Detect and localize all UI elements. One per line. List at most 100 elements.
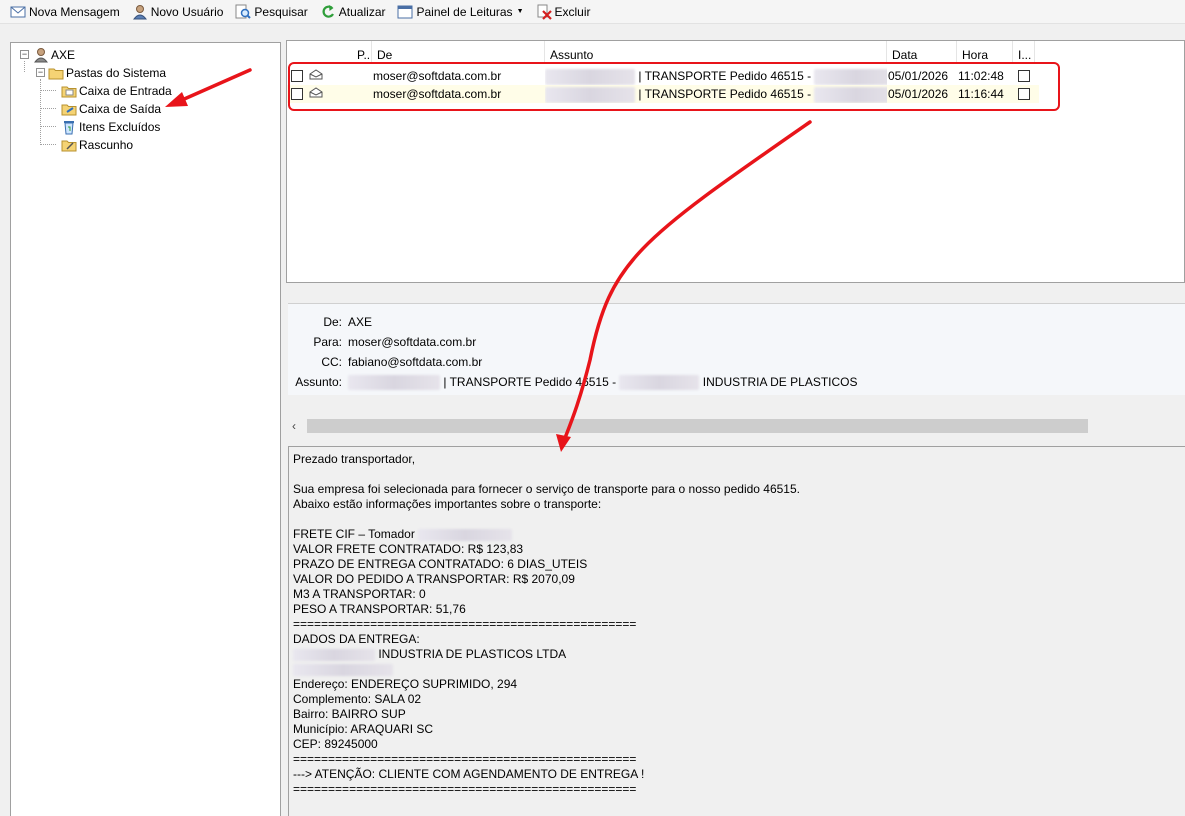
column-header-subject[interactable]: Assunto [545, 41, 887, 63]
column-subject-label: Assunto [550, 48, 594, 62]
body-line: VALOR FRETE CONTRATADO: R$ 123,83 [293, 542, 524, 556]
collapse-icon[interactable]: − [20, 50, 29, 59]
body-line-tomador: FRETE CIF – Tomador [293, 527, 1185, 542]
outbox-folder-icon [61, 101, 77, 117]
collapse-icon[interactable]: − [36, 68, 45, 77]
body-line [293, 512, 1185, 527]
row-date: 05/01/2026 [888, 87, 949, 101]
chevron-down-icon: ▼ [516, 8, 524, 15]
reading-panel-dropdown[interactable]: Painel de Leituras ▼ [395, 2, 525, 22]
body-line: Bairro: BAIRRO SUP [293, 707, 406, 721]
row-read-checkbox[interactable] [1018, 70, 1030, 82]
column-header-read[interactable]: I... [1013, 41, 1035, 63]
tree-item-outbox[interactable]: Caixa de Saída [61, 100, 164, 117]
column-header-time[interactable]: Hora [957, 41, 1013, 63]
column-read-label: I... [1018, 48, 1032, 62]
envelope-open-icon [309, 69, 323, 80]
subject-value: | TRANSPORTE Pedido 46515 - INDUSTRIA DE… [348, 373, 858, 391]
tree-root-label: AXE [51, 47, 76, 62]
table-row[interactable]: moser@softdata.com.br | TRANSPORTE Pedid… [287, 85, 1039, 103]
refresh-icon [320, 4, 336, 20]
table-row[interactable]: moser@softdata.com.br | TRANSPORTE Pedid… [287, 67, 1039, 85]
refresh-label: Atualizar [338, 4, 386, 19]
body-line: ---> ATENÇÃO: CLIENTE COM AGENDAMENTO DE… [293, 767, 645, 781]
body-line: VALOR DO PEDIDO A TRANSPORTAR: R$ 2070,0… [293, 572, 575, 586]
row-subject-text: | TRANSPORTE Pedido 46515 - [638, 69, 812, 83]
message-list: P.. De Assunto Data Hora I... moser@soft… [286, 40, 1185, 283]
new-user-label: Novo Usuário [150, 4, 224, 19]
new-message-button[interactable]: Nova Mensagem [8, 2, 122, 22]
column-priority-label: P.. [357, 48, 371, 62]
body-line-text: FRETE CIF – Tomador [293, 527, 415, 541]
search-button[interactable]: Pesquisar [233, 2, 309, 22]
column-time-label: Hora [962, 48, 989, 62]
body-line: Abaixo estão informações importantes sob… [293, 497, 602, 511]
envelope-icon [10, 4, 26, 20]
body-line: ========================================… [293, 752, 637, 766]
tree-item-inbox[interactable]: Caixa de Entrada [61, 82, 174, 99]
row-subject: | TRANSPORTE Pedido 46515 - [545, 67, 887, 85]
to-label: Para: [313, 335, 342, 349]
tree-item-inbox-label: Caixa de Entrada [79, 83, 172, 98]
cc-label: CC: [321, 355, 342, 369]
row-select-checkbox[interactable] [291, 70, 303, 82]
row-date: 05/01/2026 [888, 69, 949, 83]
row-subject-text: | TRANSPORTE Pedido 46515 - [638, 87, 812, 101]
from-label: De: [323, 315, 342, 329]
row-time: 11:16:44 [958, 87, 1004, 101]
user-icon [33, 47, 49, 63]
body-line: PESO A TRANSPORTAR: 51,76 [293, 602, 466, 616]
body-line: ========================================… [293, 617, 637, 631]
body-line: CEP: 89245000 [293, 737, 378, 751]
recycle-bin-icon [61, 119, 77, 135]
body-line-company: INDUSTRIA DE PLASTICOS LTDA [293, 647, 1185, 662]
body-line: PRAZO DE ENTREGA CONTRATADO: 6 DIAS_UTEI… [293, 557, 588, 571]
body-line: DADOS DA ENTREGA: [293, 632, 420, 646]
body-line: Endereço: ENDEREÇO SUPRIMIDO, 294 [293, 677, 518, 691]
message-body: Prezado transportador, Sua empresa foi s… [288, 446, 1185, 816]
folder-icon [48, 65, 64, 81]
subject-value-text-b: INDUSTRIA DE PLASTICOS [702, 375, 858, 389]
inbox-folder-icon [61, 83, 77, 99]
new-message-label: Nova Mensagem [29, 4, 120, 19]
column-header-priority[interactable]: P.. [352, 41, 372, 63]
drafts-folder-icon [61, 137, 77, 153]
tree-item-drafts[interactable]: Rascunho [61, 136, 135, 153]
tree-item-outbox-label: Caixa de Saída [77, 101, 164, 116]
column-header-from[interactable]: De [372, 41, 545, 63]
tree-item-deleted[interactable]: Itens Excluídos [61, 118, 162, 135]
row-from: moser@softdata.com.br [373, 69, 502, 83]
to-value: moser@softdata.com.br [348, 335, 477, 349]
row-select-checkbox[interactable] [291, 88, 303, 100]
toolbar: Nova Mensagem Novo Usuário Pesquisar Atu… [0, 0, 1185, 24]
tree-item-drafts-label: Rascunho [79, 137, 134, 152]
tree-item-deleted-label: Itens Excluídos [79, 119, 161, 134]
new-user-button[interactable]: Novo Usuário [130, 2, 226, 22]
folder-tree: − AXE − Pastas do Sistema Caixa de Entra… [10, 42, 281, 816]
body-line: Prezado transportador, [293, 452, 416, 466]
scrollbar-thumb[interactable] [307, 419, 1088, 433]
from-value: AXE [348, 315, 373, 329]
column-header-date[interactable]: Data [887, 41, 957, 63]
column-date-label: Data [892, 48, 918, 62]
tree-root-axe[interactable]: AXE [33, 46, 77, 63]
horizontal-scrollbar[interactable]: ‹ [288, 417, 1185, 435]
search-label: Pesquisar [254, 4, 308, 19]
scroll-left-icon[interactable]: ‹ [292, 417, 296, 435]
body-line-redacted [293, 662, 1185, 677]
delete-button[interactable]: Excluir [534, 2, 593, 22]
body-line: M3 A TRANSPORTAR: 0 [293, 587, 426, 601]
body-line [293, 467, 1185, 482]
tree-system-folders[interactable]: Pastas do Sistema [48, 64, 168, 81]
refresh-button[interactable]: Atualizar [318, 2, 388, 22]
delete-icon [536, 4, 552, 20]
subject-value-text-a: | TRANSPORTE Pedido 46515 - [443, 375, 617, 389]
body-line-text: INDUSTRIA DE PLASTICOS LTDA [378, 647, 567, 661]
column-from-label: De [377, 48, 393, 62]
cc-value: fabiano@softdata.com.br [348, 355, 483, 369]
row-read-checkbox[interactable] [1018, 88, 1030, 100]
body-line: ========================================… [293, 782, 637, 796]
user-icon [132, 4, 148, 20]
row-time: 11:02:48 [958, 69, 1004, 83]
reading-panel-label: Painel de Leituras [416, 4, 513, 19]
